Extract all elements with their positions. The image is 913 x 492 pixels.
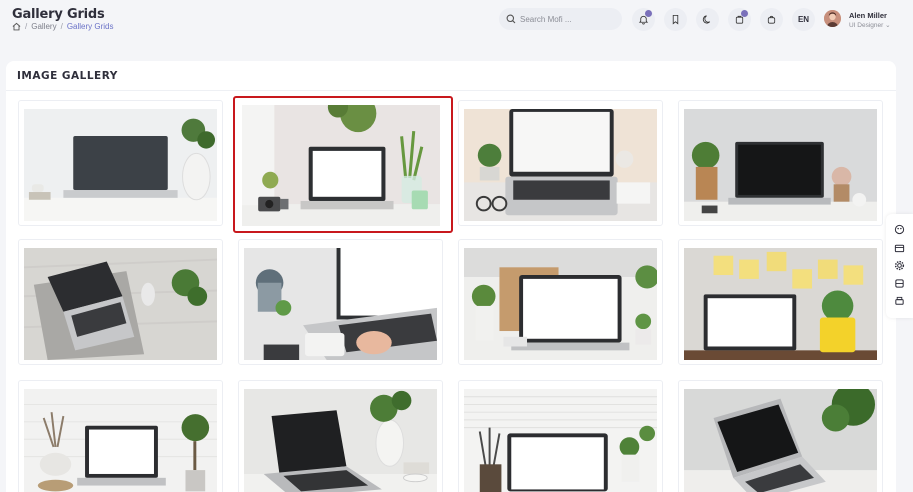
gallery-item[interactable] bbox=[18, 100, 223, 226]
search-icon bbox=[506, 14, 516, 24]
page-title: Gallery Grids bbox=[12, 7, 105, 22]
gallery-image bbox=[24, 389, 217, 492]
gallery-image bbox=[242, 105, 440, 226]
gallery-item-selected[interactable] bbox=[233, 96, 453, 233]
gallery-image bbox=[464, 109, 657, 221]
breadcrumb-gallery-grids: Gallery Grids bbox=[66, 22, 114, 31]
card-title: IMAGE GALLERY bbox=[17, 70, 118, 82]
gallery-image bbox=[464, 389, 657, 492]
box-icon[interactable] bbox=[894, 242, 905, 253]
notification-button[interactable] bbox=[632, 8, 655, 31]
gallery-item[interactable] bbox=[458, 380, 663, 492]
gallery-image bbox=[684, 389, 877, 492]
gallery-image bbox=[684, 248, 877, 360]
bag-button[interactable] bbox=[760, 8, 783, 31]
gallery-image bbox=[684, 109, 877, 221]
palette-icon[interactable] bbox=[894, 224, 905, 235]
language-label: EN bbox=[797, 15, 810, 24]
printer-icon[interactable] bbox=[894, 296, 905, 307]
dark-mode-button[interactable] bbox=[696, 8, 719, 31]
bookmark-icon bbox=[672, 14, 679, 25]
gallery-item[interactable] bbox=[678, 380, 883, 492]
bookmark-button[interactable] bbox=[664, 8, 687, 31]
user-name[interactable]: Alen Miller bbox=[849, 11, 887, 20]
gallery-image bbox=[24, 248, 217, 360]
gallery-image bbox=[464, 248, 657, 360]
gallery-item[interactable] bbox=[238, 380, 443, 492]
user-avatar-image bbox=[824, 10, 841, 27]
gallery-item[interactable] bbox=[678, 239, 883, 365]
gallery-image bbox=[244, 248, 437, 360]
language-button[interactable]: EN bbox=[792, 8, 815, 31]
breadcrumb-gallery[interactable]: Gallery bbox=[31, 22, 56, 31]
side-toolbar bbox=[886, 214, 913, 318]
image-gallery-card: IMAGE GALLERY bbox=[6, 61, 896, 492]
bag-icon bbox=[767, 15, 776, 24]
notification-badge bbox=[645, 10, 652, 17]
gallery-image bbox=[244, 389, 437, 492]
avatar[interactable] bbox=[824, 10, 841, 27]
cart-button[interactable] bbox=[728, 8, 751, 31]
gallery-item[interactable] bbox=[18, 239, 223, 365]
gallery-image bbox=[24, 109, 217, 221]
search-input[interactable] bbox=[520, 14, 615, 24]
top-header: Gallery Grids / Gallery / Gallery Grids … bbox=[0, 0, 913, 40]
search-box[interactable] bbox=[499, 8, 622, 30]
breadcrumb: / Gallery / Gallery Grids bbox=[12, 22, 114, 31]
gallery-item[interactable] bbox=[18, 380, 223, 492]
gallery-item[interactable] bbox=[238, 239, 443, 365]
gear-icon[interactable] bbox=[894, 260, 905, 271]
user-role[interactable]: UI Designer ⌄ bbox=[849, 21, 891, 29]
moon-icon bbox=[702, 15, 711, 24]
gallery-item[interactable] bbox=[678, 100, 883, 226]
chevron-down-icon: ⌄ bbox=[883, 22, 891, 29]
cart-badge bbox=[741, 10, 748, 17]
home-icon[interactable] bbox=[12, 22, 21, 31]
gallery-item[interactable] bbox=[458, 100, 663, 226]
gallery-item[interactable] bbox=[458, 239, 663, 365]
database-icon[interactable] bbox=[894, 278, 905, 289]
